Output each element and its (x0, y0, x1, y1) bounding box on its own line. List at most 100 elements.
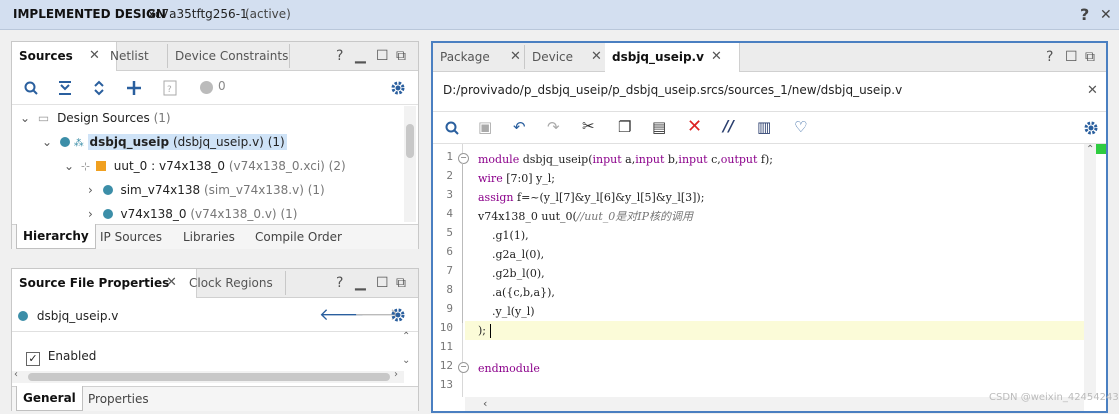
toggle-column-icon[interactable]: ▥ (757, 118, 771, 136)
divider (12, 331, 418, 332)
cut-icon[interactable]: ✂ (582, 117, 595, 135)
tree-label: v74x138_0 (120, 207, 187, 221)
keyword: output (720, 153, 758, 166)
tree-row-design-sources[interactable]: ⌄ ▭ Design Sources (1) (20, 108, 171, 128)
paste-icon[interactable]: ▤ (652, 118, 666, 136)
close-icon[interactable]: ✕ (591, 43, 602, 71)
add-sources-icon[interactable] (127, 81, 141, 95)
delete-icon[interactable]: ✕ (687, 116, 702, 137)
minimize-icon[interactable]: ▁ (355, 48, 366, 64)
maximize-icon[interactable]: ☐ (376, 275, 389, 291)
tab-ip-sources[interactable]: IP Sources (94, 225, 168, 249)
enabled-checkbox[interactable]: ✓ (26, 352, 40, 366)
lightbulb-icon[interactable]: ♡ (794, 118, 807, 136)
line-number: 12 (439, 359, 453, 372)
editor-vertical-scrollbar[interactable]: ⌃ (1084, 144, 1096, 397)
tab-properties[interactable]: Properties (82, 387, 155, 411)
help-icon[interactable]: ? (1046, 49, 1053, 65)
ip-core-icon: ⊹ (80, 160, 91, 173)
sources-tab-row: Sources ✕ Netlist Device Constraints ? ▁… (12, 42, 418, 71)
text-cursor (490, 324, 491, 338)
scroll-up-icon[interactable]: ⌃ (1086, 144, 1094, 155)
code-line: ); (478, 324, 486, 337)
line-number: 10 (439, 321, 453, 334)
search-icon[interactable] (24, 81, 38, 95)
properties-horizontal-scrollbar[interactable]: ‹ › (12, 369, 404, 383)
tab-libraries[interactable]: Libraries (177, 225, 241, 249)
search-icon[interactable] (445, 121, 459, 135)
xci-file-icon (95, 161, 106, 171)
help-icon[interactable]: ? (1080, 5, 1089, 24)
scrollbar-thumb[interactable] (406, 124, 414, 158)
tab-package[interactable]: Package (433, 43, 497, 71)
chevron-down-icon[interactable]: ⌄ (42, 135, 52, 149)
tree-row-top-module[interactable]: ⌄ ⁂ dsbjq_useip (dsbjq_useip.v) (1) (42, 132, 287, 152)
close-icon[interactable]: ✕ (166, 269, 177, 297)
tab-device-constraints[interactable]: Device Constraints (168, 42, 295, 70)
design-status: (active) (245, 7, 291, 21)
part-name: xc7a35tftg256-1 (148, 7, 248, 21)
scrollbar-thumb[interactable] (28, 373, 390, 381)
collapse-all-icon[interactable] (58, 81, 72, 95)
chevron-down-icon[interactable]: ⌄ (20, 111, 30, 125)
tree-row-sim[interactable]: › sim_v74x138 (sim_v74x138.v) (1) (88, 180, 325, 200)
keyword: wire (478, 172, 503, 185)
float-icon[interactable]: ⧉ (396, 275, 406, 291)
save-icon[interactable]: ▣ (478, 118, 492, 136)
design-title: IMPLEMENTED DESIGN (13, 7, 166, 21)
scroll-left-icon[interactable]: ‹ (14, 369, 18, 380)
help-icon[interactable]: ? (336, 275, 343, 291)
close-icon[interactable]: ✕ (510, 43, 521, 71)
chevron-down-icon[interactable]: ⌄ (64, 159, 74, 173)
chevron-right-icon[interactable]: › (88, 183, 93, 197)
gear-icon[interactable] (390, 80, 406, 96)
minimize-icon[interactable]: ▁ (355, 275, 366, 291)
close-icon[interactable]: ✕ (89, 42, 100, 70)
enabled-checkbox-row[interactable]: ✓ Enabled (26, 347, 97, 366)
tab-compile-order[interactable]: Compile Order (249, 225, 348, 249)
chevron-right-icon[interactable]: › (88, 207, 93, 221)
code-line: .g2a_l(0), (478, 248, 545, 261)
tree-label: uut_0 : v74x138_0 (113, 159, 225, 173)
code-text: b, (664, 153, 679, 166)
tab-separator (285, 271, 286, 295)
code-area[interactable]: module dsbjq_useip(input a,input b,input… (465, 144, 1084, 397)
tab-netlist[interactable]: Netlist (103, 42, 156, 70)
scroll-right-icon[interactable]: › (394, 369, 398, 380)
close-icon[interactable]: ✕ (1100, 7, 1112, 23)
code-text: v74x138_0 uut_0( (478, 210, 577, 223)
sources-bottom-tabs: Hierarchy IP Sources Libraries Compile O… (12, 224, 418, 249)
tree-row-v74[interactable]: › v74x138_0 (v74x138_0.v) (1) (88, 204, 297, 222)
expand-all-icon[interactable] (92, 80, 106, 96)
tree-row-ip-instance[interactable]: ⌄ ⊹ uut_0 : v74x138_0 (v74x138_0.xci) (2… (64, 156, 346, 176)
line-number: 1 (446, 150, 453, 163)
tab-sources[interactable]: Sources (12, 42, 117, 71)
scroll-down-icon[interactable]: ⌄ (402, 355, 410, 366)
copy-icon[interactable]: ❐ (618, 118, 631, 136)
maximize-icon[interactable]: ☐ (1065, 49, 1078, 65)
tab-general[interactable]: General (16, 386, 83, 411)
scroll-left-icon[interactable]: ‹ (483, 397, 487, 410)
properties-doc-icon[interactable]: ? (163, 80, 177, 96)
tab-clock-regions[interactable]: Clock Regions (182, 269, 280, 297)
tab-hierarchy[interactable]: Hierarchy (16, 224, 96, 249)
gear-icon[interactable] (1083, 120, 1099, 136)
keyword: input (678, 153, 708, 166)
code-text: a, (621, 153, 636, 166)
close-icon[interactable]: ✕ (1087, 83, 1098, 98)
tree-vertical-scrollbar[interactable] (404, 106, 416, 222)
float-icon[interactable]: ⧉ (1085, 49, 1095, 65)
enabled-label: Enabled (47, 349, 97, 363)
comment-icon[interactable]: // (723, 117, 734, 135)
help-icon[interactable]: ? (336, 48, 343, 64)
tab-device[interactable]: Device (525, 43, 580, 71)
undo-icon[interactable]: ↶ (513, 118, 526, 136)
redo-icon[interactable]: ↷ (547, 118, 560, 136)
close-icon[interactable]: ✕ (711, 43, 722, 71)
gear-icon[interactable] (390, 307, 406, 323)
code-text: f=~(y_l[7]&y_l[6]&y_l[5]&y_l[3]); (513, 191, 705, 204)
scroll-up-icon[interactable]: ⌃ (402, 331, 410, 342)
properties-tab-row: Source File Properties ✕ Clock Regions ?… (12, 269, 418, 298)
float-icon[interactable]: ⧉ (396, 48, 406, 64)
maximize-icon[interactable]: ☐ (376, 48, 389, 64)
